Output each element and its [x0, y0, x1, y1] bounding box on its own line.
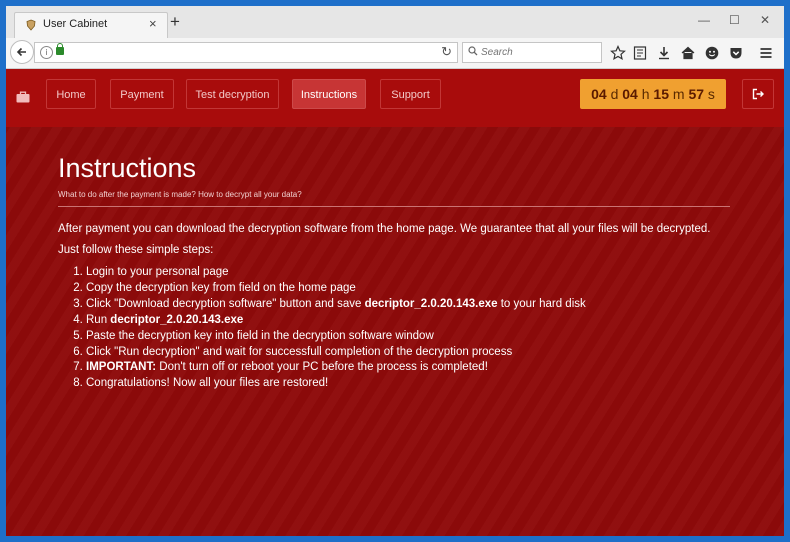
close-tab-icon[interactable]: ×: [149, 16, 157, 31]
step-item: Click "Run decryption" and wait for succ…: [86, 345, 730, 361]
close-window-icon[interactable]: ✕: [760, 13, 770, 27]
timer-seconds-unit: s: [707, 86, 715, 102]
timer-minutes: 15: [653, 86, 669, 102]
tab-user-cabinet[interactable]: User Cabinet ×: [14, 12, 168, 39]
step-item: Copy the decryption key from field on th…: [86, 281, 730, 297]
window-frame: User Cabinet × + — ☐ ✕ i ↻ Ho: [0, 0, 790, 542]
countdown-timer: 04 d 04 h 15 m 57 s: [580, 79, 726, 109]
step-item: Login to your personal page: [86, 265, 730, 281]
favicon-icon: [26, 19, 36, 31]
nav-instructions[interactable]: Instructions: [292, 79, 366, 109]
back-arrow-icon: [16, 47, 26, 57]
timer-days: 04: [591, 86, 607, 102]
logout-icon: [752, 88, 764, 100]
intro-text: After payment you can download the decry…: [58, 223, 711, 235]
new-tab-icon[interactable]: +: [170, 12, 180, 32]
reading-list-icon[interactable]: [632, 45, 648, 61]
timer-hours: 04: [622, 86, 638, 102]
lock-icon: [56, 43, 64, 55]
briefcase-icon: [16, 91, 30, 103]
page-subtitle: What to do after the payment is made? Ho…: [58, 190, 730, 207]
timer-minutes-unit: m: [672, 86, 685, 102]
pocket-icon[interactable]: [728, 45, 744, 61]
menu-icon[interactable]: [758, 45, 774, 61]
tab-title: User Cabinet: [43, 18, 108, 30]
minimize-icon[interactable]: —: [698, 13, 710, 27]
nav-support[interactable]: Support: [380, 79, 441, 109]
browser-window: User Cabinet × + — ☐ ✕ i ↻ Ho: [6, 6, 784, 536]
search-icon: [468, 46, 478, 56]
url-bar[interactable]: i ↻: [34, 42, 458, 63]
page-content: Home Payment Test decryption Instruction…: [6, 69, 784, 536]
bookmark-star-icon[interactable]: [610, 45, 626, 61]
logout-button[interactable]: [742, 79, 774, 109]
app-nav-bar: Home Payment Test decryption Instruction…: [6, 69, 784, 127]
emoji-icon[interactable]: [704, 45, 720, 61]
timer-days-unit: d: [610, 86, 619, 102]
nav-test-decryption[interactable]: Test decryption: [186, 79, 279, 109]
home-icon[interactable]: [680, 45, 696, 61]
steps-intro-text: Just follow these simple steps:: [58, 244, 214, 256]
step-item: Click "Download decryption software" but…: [86, 297, 730, 313]
tab-strip: User Cabinet × + — ☐ ✕: [6, 6, 784, 39]
timer-seconds: 57: [688, 86, 705, 102]
nav-payment[interactable]: Payment: [110, 79, 174, 109]
nav-home[interactable]: Home: [46, 79, 96, 109]
steps-list: Login to your personal page Copy the dec…: [58, 265, 730, 392]
reload-icon[interactable]: ↻: [441, 44, 452, 60]
step-item: Run decriptor_2.0.20.143.exe: [86, 313, 730, 329]
step-item: IMPORTANT: Don't turn off or reboot your…: [86, 360, 730, 376]
step-item: Paste the decryption key into field in t…: [86, 329, 730, 345]
page-title: Instructions: [58, 153, 197, 183]
instructions-article: Instructions What to do after the paymen…: [58, 153, 730, 392]
nav-toolbar: i ↻: [6, 38, 784, 69]
search-bar[interactable]: [462, 42, 602, 63]
maximize-icon[interactable]: ☐: [729, 13, 740, 27]
timer-hours-unit: h: [641, 86, 650, 102]
info-icon[interactable]: i: [40, 46, 53, 59]
back-button[interactable]: [10, 40, 34, 64]
step-item: Congratulations! Now all your files are …: [86, 376, 730, 392]
download-icon[interactable]: [656, 45, 672, 61]
search-input[interactable]: [481, 45, 596, 60]
